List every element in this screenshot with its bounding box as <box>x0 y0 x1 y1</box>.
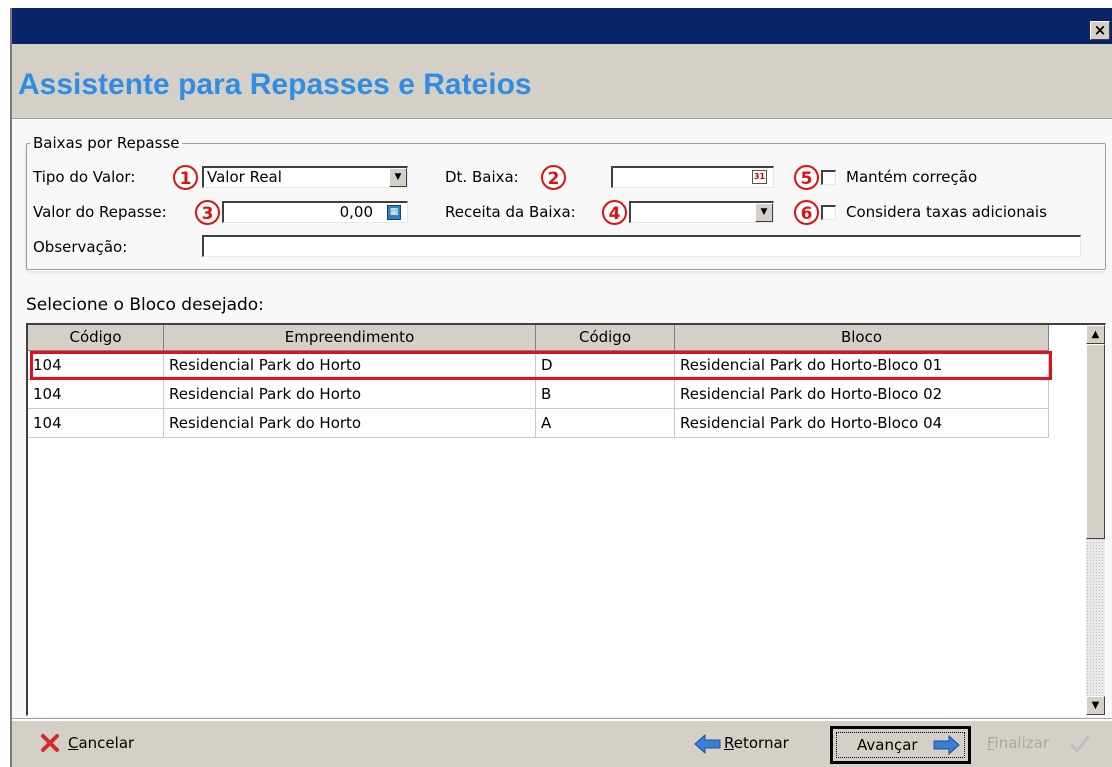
valor-repasse-label: Valor do Repasse: <box>33 203 167 221</box>
cell-codigo-bloco: A <box>536 409 675 438</box>
column-header-codigo-bloco[interactable]: Código <box>536 325 675 351</box>
cancel-x-icon <box>41 734 59 752</box>
wizard-window: × Assistente para Repasses e Rateios Bai… <box>10 8 1112 767</box>
dt-baixa-label: Dt. Baixa: <box>445 168 519 186</box>
blocos-grid[interactable]: Código Empreendimento Código Bloco 104 R… <box>26 323 1106 716</box>
arrow-left-icon <box>694 734 721 754</box>
dropdown-arrow-icon[interactable]: ▼ <box>755 203 773 222</box>
column-header-bloco[interactable]: Bloco <box>675 325 1049 351</box>
calculator-icon[interactable]: ▦ <box>387 205 401 220</box>
dt-baixa-field[interactable]: 31 <box>611 166 774 188</box>
table-row[interactable]: 104 Residencial Park do Horto B Residenc… <box>28 380 1049 409</box>
cell-codigo-bloco: D <box>536 351 675 380</box>
mantem-correcao-label: Mantém correção <box>846 168 978 186</box>
cell-empreendimento: Residencial Park do Horto <box>164 409 536 438</box>
cell-codigo: 104 <box>28 380 164 409</box>
vertical-scrollbar[interactable]: ▲ ▼ <box>1086 325 1105 715</box>
cell-bloco: Residencial Park do Horto-Bloco 04 <box>675 409 1049 438</box>
cell-bloco: Residencial Park do Horto-Bloco 01 <box>675 351 1049 380</box>
tipo-valor-label: Tipo do Valor: <box>33 168 136 186</box>
calendar-icon[interactable]: 31 <box>752 170 767 184</box>
column-header-empreendimento[interactable]: Empreendimento <box>164 325 536 351</box>
annotation-badge-4: 4 <box>602 200 627 225</box>
scroll-down-icon: ▼ <box>1091 700 1100 711</box>
cell-empreendimento: Residencial Park do Horto <box>164 351 536 380</box>
receita-baixa-label: Receita da Baixa: <box>445 203 576 221</box>
checkmark-icon <box>1069 735 1091 754</box>
cell-codigo: 104 <box>28 351 164 380</box>
scroll-up-button[interactable]: ▲ <box>1086 325 1105 344</box>
table-row[interactable]: 104 Residencial Park do Horto A Residenc… <box>28 409 1049 438</box>
dropdown-arrow-icon[interactable]: ▼ <box>389 168 407 187</box>
annotation-badge-2: 2 <box>541 165 566 190</box>
cell-codigo-bloco: B <box>536 380 675 409</box>
considera-taxas-label: Considera taxas adicionais <box>846 203 1047 221</box>
annotation-badge-3: 3 <box>195 200 220 225</box>
valor-repasse-field[interactable]: 0,00 ▦ <box>222 201 408 223</box>
close-icon: × <box>1093 21 1107 39</box>
table-row[interactable]: 104 Residencial Park do Horto D Residenc… <box>28 351 1049 380</box>
considera-taxas-checkbox[interactable] <box>821 205 836 220</box>
close-button[interactable]: × <box>1090 21 1110 40</box>
observacao-field[interactable] <box>202 235 1081 257</box>
footer-divider <box>12 718 1112 721</box>
tipo-valor-select[interactable]: Valor Real ▼ <box>202 166 408 188</box>
scroll-thumb[interactable] <box>1086 344 1105 539</box>
title-bar: × <box>12 8 1112 44</box>
annotation-badge-1: 1 <box>173 165 198 190</box>
column-header-codigo[interactable]: Código <box>28 325 164 351</box>
scroll-down-button[interactable]: ▼ <box>1086 696 1105 715</box>
cell-empreendimento: Residencial Park do Horto <box>164 380 536 409</box>
wizard-title: Assistente para Repasses e Rateios <box>18 68 532 101</box>
receita-baixa-select[interactable]: ▼ <box>629 201 774 223</box>
cell-bloco: Residencial Park do Horto-Bloco 02 <box>675 380 1049 409</box>
finalizar-button[interactable]: Finalizar <box>987 732 1091 754</box>
mantem-correcao-checkbox[interactable] <box>821 170 836 185</box>
select-bloco-label: Selecione o Bloco desejado: <box>26 295 264 315</box>
observacao-label: Observação: <box>33 238 128 256</box>
scroll-up-icon: ▲ <box>1091 329 1100 340</box>
wizard-content: Baixas por Repasse Tipo do Valor: 1 Valo… <box>12 120 1112 718</box>
baixas-groupbox: Baixas por Repasse Tipo do Valor: 1 Valo… <box>26 134 1106 270</box>
arrow-right-icon <box>933 735 960 755</box>
groupbox-legend: Baixas por Repasse <box>33 134 180 152</box>
annotation-badge-6: 6 <box>794 200 819 225</box>
avancar-button[interactable]: Avançar <box>830 726 971 764</box>
annotation-badge-5: 5 <box>794 165 819 190</box>
cell-codigo: 104 <box>28 409 164 438</box>
